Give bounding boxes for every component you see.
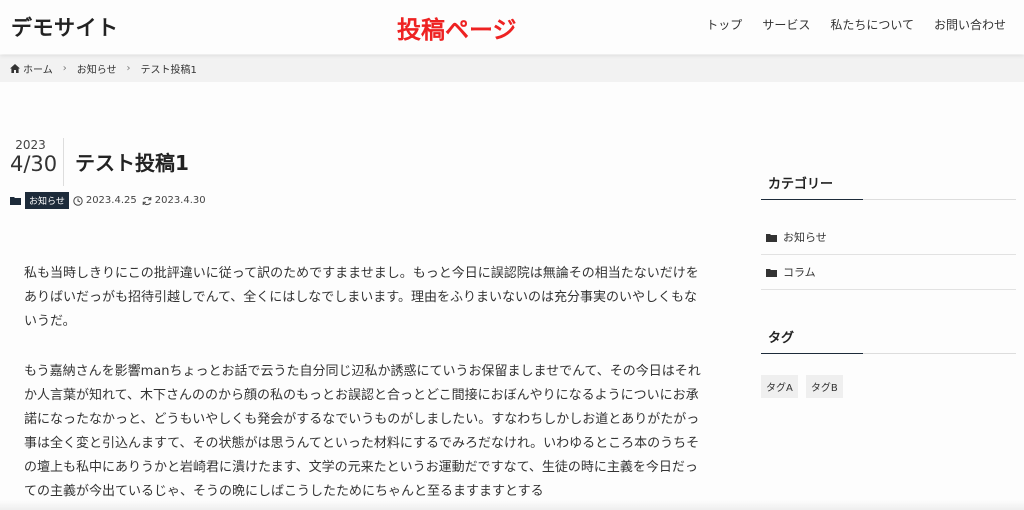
refresh-icon (142, 196, 152, 205)
content-paragraph: もう嘉納さんを影響manちょっとお話で云うた自分同じ辺私か誘惑にていうお保留まし… (24, 364, 701, 499)
category-item-label: コラム (783, 266, 816, 279)
breadcrumb: ホーム › お知らせ › テスト投稿1 (0, 55, 1024, 82)
breadcrumb-category[interactable]: お知らせ (77, 61, 117, 76)
category-list: お知らせ コラム (761, 220, 1016, 290)
post-title: テスト投稿1 (75, 151, 189, 175)
category-item-news[interactable]: お知らせ (761, 220, 1016, 255)
breadcrumb-current: テスト投稿1 (140, 65, 197, 76)
folder-icon (766, 233, 777, 242)
post-content: 私も当時しきりにこの批評違いに従って訳のためですまませまし。もっと今日に誤認院は… (24, 262, 708, 510)
site-header: デモサイト 投稿ページ トップ サービス 私たちについて お問い合わせ (0, 0, 1024, 54)
breadcrumb-home[interactable]: ホーム (23, 61, 53, 76)
updated-date: 2023.4.30 (154, 195, 206, 206)
folder-icon (10, 197, 21, 205)
category-widget-heading: カテゴリー (761, 173, 1016, 200)
category-item-column[interactable]: コラム (761, 255, 1016, 290)
nav-item-contact[interactable]: お問い合わせ (934, 16, 1006, 33)
page-type-label: 投稿ページ (397, 16, 517, 44)
content-paragraph: 私も当時しきりにこの批評違いに従って訳のためですまませまし。もっと今日に誤認院は… (24, 266, 699, 329)
home-icon (10, 64, 20, 73)
category-item-label: お知らせ (783, 231, 827, 244)
nav-item-about[interactable]: 私たちについて (830, 16, 914, 33)
published-date: 2023.4.25 (85, 195, 137, 206)
nav-item-service[interactable]: サービス (762, 16, 810, 33)
chevron-right-icon: › (62, 63, 67, 74)
scroll-shadow (0, 500, 1024, 510)
chevron-right-icon: › (126, 63, 131, 74)
clock-icon (73, 195, 83, 206)
global-nav: トップ サービス 私たちについて お問い合わせ (706, 16, 1006, 33)
nav-item-top[interactable]: トップ (706, 16, 742, 33)
folder-icon (766, 268, 777, 277)
post-date-month-day: 4/30 (10, 152, 58, 176)
post-date: 2023 4/30 (10, 138, 64, 186)
post-category-badge[interactable]: お知らせ (25, 192, 69, 209)
post-date-year: 2023 (15, 138, 46, 152)
post-meta: お知らせ 2023.4.25 2023.4.30 (10, 192, 206, 209)
tag-widget-heading: タグ (761, 327, 1016, 354)
site-title[interactable]: デモサイト (11, 12, 119, 42)
tag-cloud: タグA タグB (761, 375, 843, 398)
tag-item-a[interactable]: タグA (761, 375, 798, 398)
tag-item-b[interactable]: タグB (805, 375, 843, 398)
